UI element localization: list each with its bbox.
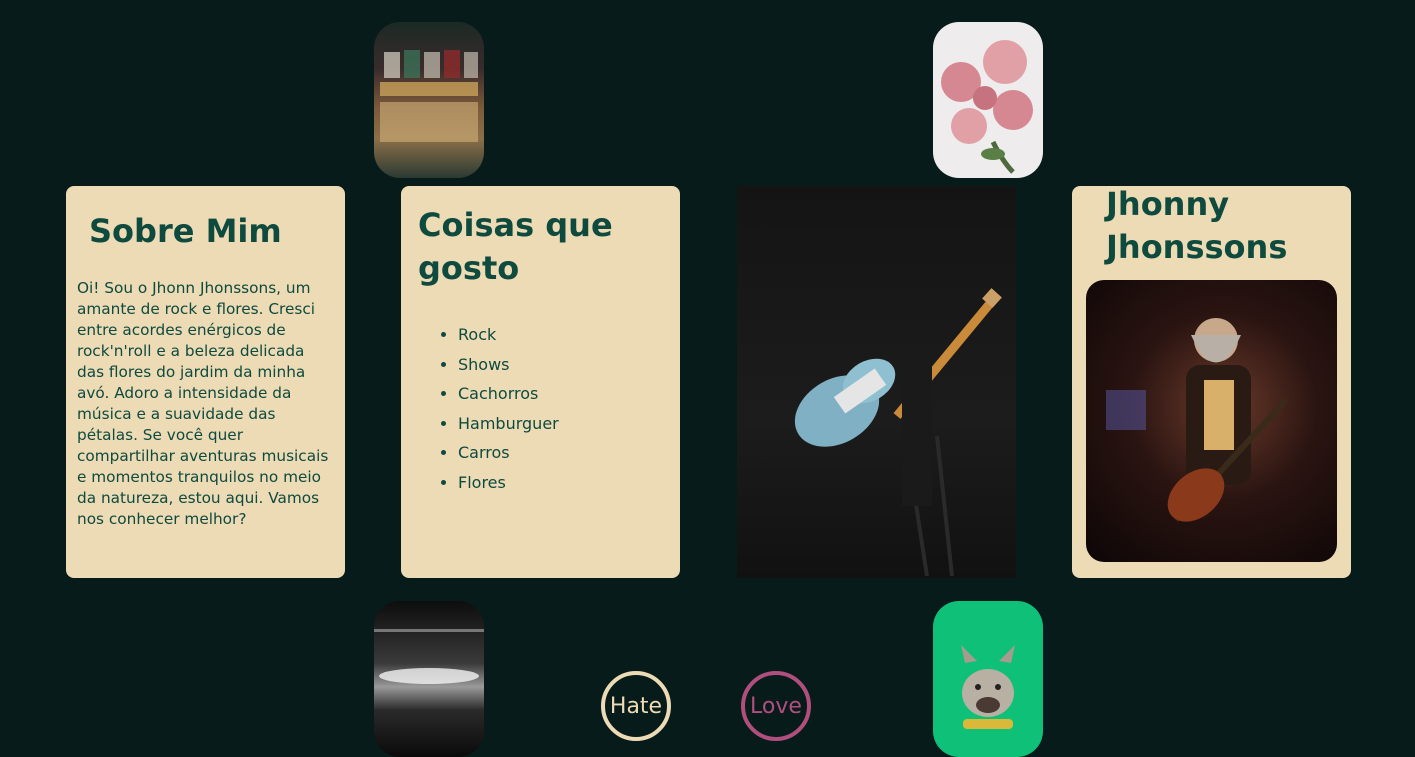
guitarist-photo xyxy=(1086,280,1337,562)
likes-title: Coisas que gosto xyxy=(418,206,613,287)
list-item: Hamburguer xyxy=(458,409,559,439)
roses-icon xyxy=(941,40,1033,174)
list-item: Rock xyxy=(458,320,559,350)
list-item: Shows xyxy=(458,350,559,380)
record-store-photo xyxy=(374,22,484,178)
hate-button[interactable]: Hate xyxy=(601,671,671,741)
about-text: Oi! Sou o Jhonn Jhonssons, um amante de … xyxy=(77,279,329,528)
likes-card: Coisas que gosto Rock Shows Cachorros Ha… xyxy=(401,186,680,578)
likes-list: Rock Shows Cachorros Hamburguer Carros F… xyxy=(418,320,559,497)
profile-name: Jhonny Jhonssons xyxy=(1106,185,1288,266)
concert-photo xyxy=(374,601,484,757)
roses-photo xyxy=(933,22,1043,178)
about-title: Sobre Mim xyxy=(89,212,282,250)
guitar-photo xyxy=(737,186,1016,578)
list-item: Carros xyxy=(458,438,559,468)
list-item: Flores xyxy=(458,468,559,498)
guitarist-icon xyxy=(1106,318,1289,523)
love-button[interactable]: Love xyxy=(741,671,811,741)
record-bins-icon xyxy=(380,50,478,142)
dog-photo xyxy=(933,601,1043,757)
list-item: Cachorros xyxy=(458,379,559,409)
guitar-icon xyxy=(794,288,1002,577)
stage-lights-icon xyxy=(374,629,484,684)
love-label: Love xyxy=(750,693,802,719)
bulldog-icon xyxy=(961,645,1015,729)
hate-label: Hate xyxy=(609,693,663,719)
about-card: Sobre Mim Oi! Sou o Jhonn Jhonssons, um … xyxy=(66,186,345,578)
profile-card: Jhonny Jhonssons xyxy=(1072,185,1351,578)
